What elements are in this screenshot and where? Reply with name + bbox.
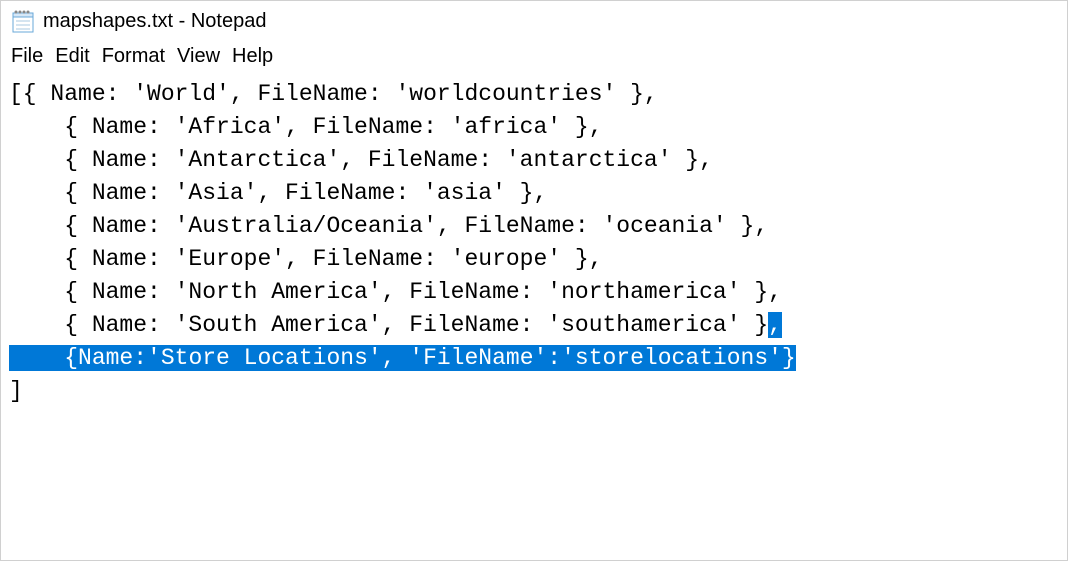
text-editor[interactable]: [{ Name: 'World', FileName: 'worldcountr…: [1, 74, 1067, 560]
editor-line-part: { Name: 'South America', FileName: 'sout…: [9, 312, 768, 338]
window-title: mapshapes.txt - Notepad: [43, 10, 266, 33]
menu-file[interactable]: File: [5, 43, 49, 70]
editor-selection: ,: [768, 312, 782, 338]
editor-line: [{ Name: 'World', FileName: 'worldcountr…: [9, 81, 658, 107]
editor-line: ]: [9, 378, 23, 404]
editor-line: { Name: 'Asia', FileName: 'asia' },: [9, 180, 547, 206]
menubar: File Edit Format View Help: [1, 41, 1067, 74]
editor-line: { Name: 'North America', FileName: 'nort…: [9, 279, 782, 305]
menu-format[interactable]: Format: [96, 43, 171, 70]
editor-selection: [9, 345, 64, 371]
menu-view[interactable]: View: [171, 43, 226, 70]
titlebar: mapshapes.txt - Notepad: [1, 1, 1067, 41]
editor-line: { Name: 'Australia/Oceania', FileName: '…: [9, 213, 768, 239]
editor-line: { Name: 'Africa', FileName: 'africa' },: [9, 114, 603, 140]
notepad-icon: [9, 7, 37, 35]
editor-selection: {Name:'Store Locations', 'FileName':'sto…: [64, 345, 796, 371]
editor-line: { Name: 'Antarctica', FileName: 'antarct…: [9, 147, 713, 173]
menu-edit[interactable]: Edit: [49, 43, 95, 70]
editor-line: { Name: 'Europe', FileName: 'europe' },: [9, 246, 603, 272]
menu-help[interactable]: Help: [226, 43, 279, 70]
